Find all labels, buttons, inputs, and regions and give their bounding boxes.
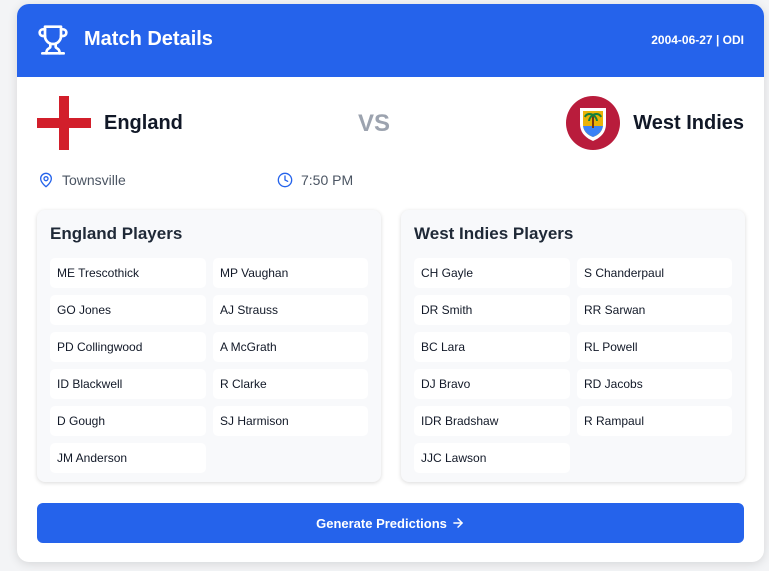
player-item: IDR Bradshaw <box>414 406 570 436</box>
time-info: 7:50 PM <box>277 172 353 188</box>
venue-info: Townsville <box>38 172 126 188</box>
venue-text: Townsville <box>62 172 126 188</box>
trophy-icon <box>38 25 68 55</box>
player-item: AJ Strauss <box>213 295 368 325</box>
player-item: PD Collingwood <box>50 332 206 362</box>
home-team: England <box>37 96 183 150</box>
arrow-right-icon <box>453 518 463 528</box>
meta-separator: | <box>715 33 720 47</box>
home-players-panel: England Players ME Trescothick MP Vaugha… <box>37 210 381 482</box>
time-text: 7:50 PM <box>301 172 354 188</box>
player-item: RD Jacobs <box>577 369 732 399</box>
match-format: ODI <box>722 33 744 47</box>
player-item: GO Jones <box>50 295 206 325</box>
card-header: Match Details 2004-06-27 | ODI <box>17 4 764 77</box>
player-item: RL Powell <box>577 332 732 362</box>
away-players-panel: West Indies Players CH Gayle S Chanderpa… <box>401 210 745 482</box>
match-date: 2004-06-27 <box>651 33 713 47</box>
away-team-name: West Indies <box>633 111 744 134</box>
away-players-heading: West Indies Players <box>414 224 574 243</box>
map-pin-icon <box>40 172 52 188</box>
player-item: ID Blackwell <box>50 369 206 399</box>
generate-predictions-button[interactable]: Generate Predictions <box>37 503 744 543</box>
match-details-card: Match Details 2004-06-27 | ODI England V… <box>17 4 764 562</box>
away-team: West Indies <box>566 96 744 150</box>
player-item: S Chanderpaul <box>577 258 732 288</box>
home-players-heading: England Players <box>50 224 183 243</box>
england-flag-icon <box>37 96 91 150</box>
match-meta: 2004-06-27 | ODI <box>651 33 744 47</box>
player-item: CH Gayle <box>414 258 570 288</box>
player-item: D Gough <box>50 406 206 436</box>
player-item: DR Smith <box>414 295 570 325</box>
home-players-list: ME Trescothick MP Vaughan GO Jones AJ St… <box>50 258 368 473</box>
player-item: ME Trescothick <box>50 258 206 288</box>
vs-label: VS <box>358 110 391 137</box>
player-item: BC Lara <box>414 332 570 362</box>
page-title: Match Details <box>84 28 213 50</box>
player-item: SJ Harmison <box>213 406 368 436</box>
clock-icon <box>277 172 293 188</box>
player-item: JJC Lawson <box>414 443 570 473</box>
player-item: MP Vaughan <box>213 258 368 288</box>
away-players-list: CH Gayle S Chanderpaul DR Smith RR Sarwa… <box>414 258 732 473</box>
home-team-name: England <box>104 111 183 134</box>
player-item: RR Sarwan <box>577 295 732 325</box>
player-item: DJ Bravo <box>414 369 570 399</box>
player-item: A McGrath <box>213 332 368 362</box>
player-item: JM Anderson <box>50 443 206 473</box>
west-indies-flag-icon <box>566 96 621 150</box>
player-item: R Clarke <box>213 369 368 399</box>
generate-predictions-label: Generate Predictions <box>316 515 447 531</box>
player-item: R Rampaul <box>577 406 732 436</box>
